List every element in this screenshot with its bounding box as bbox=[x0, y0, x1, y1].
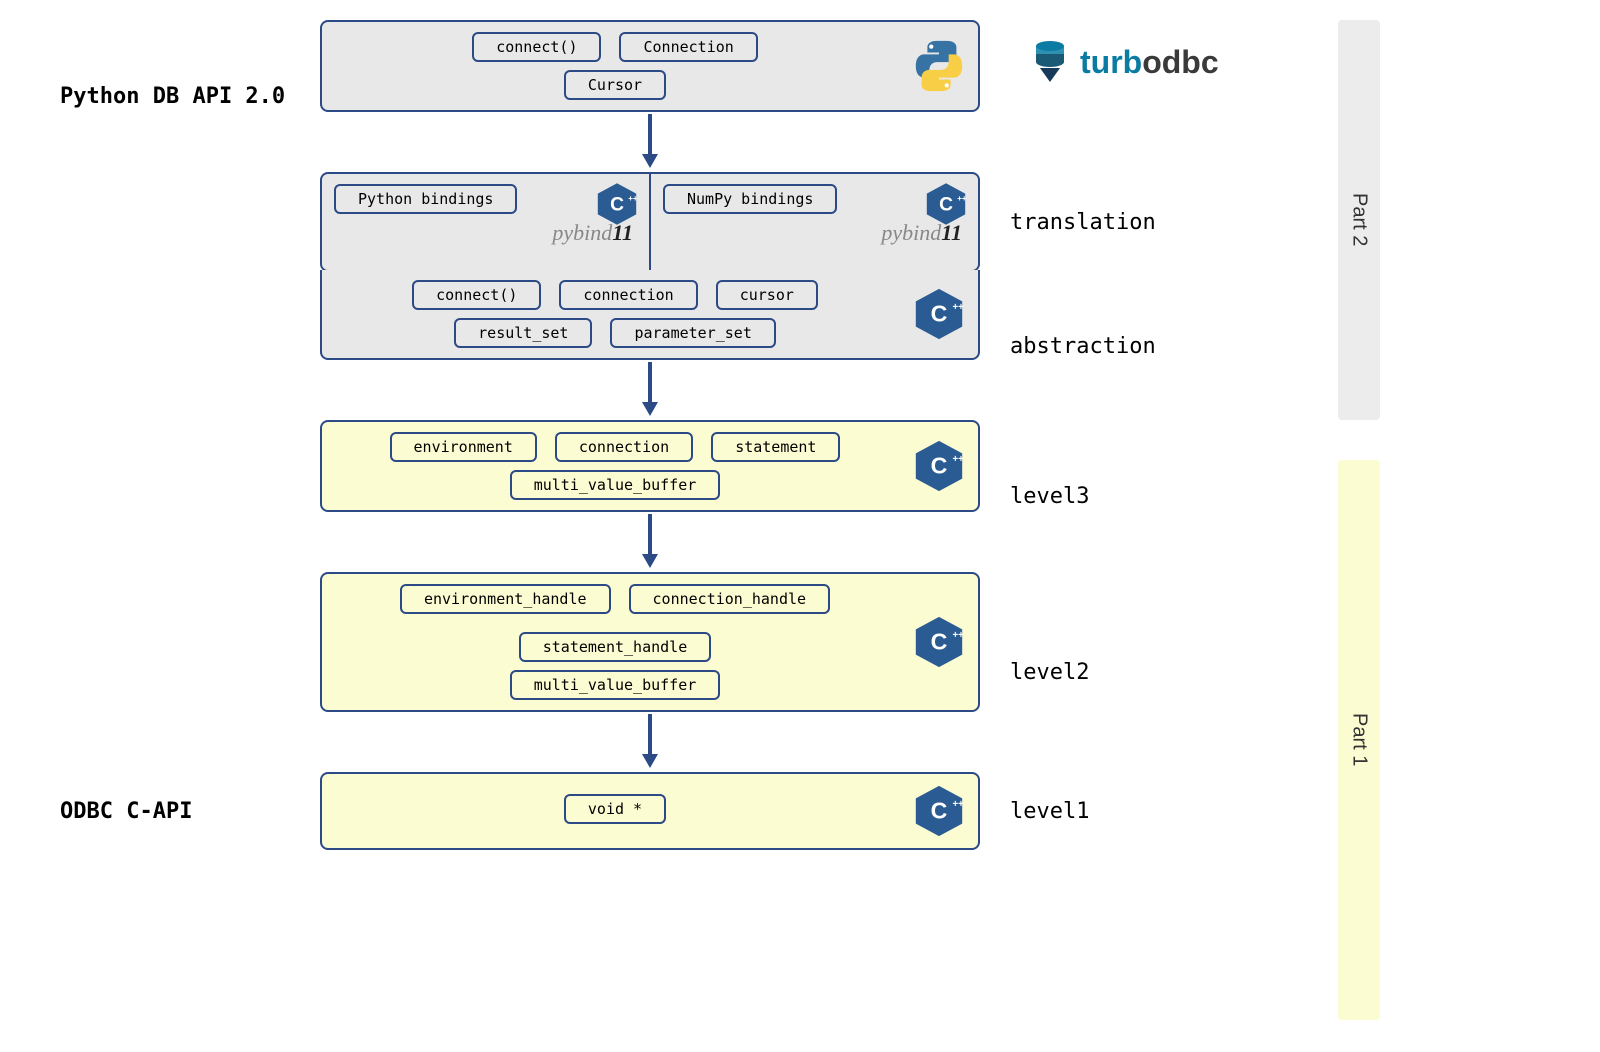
svg-text:C: C bbox=[931, 798, 948, 824]
arrow-3 bbox=[320, 512, 980, 572]
row-dbapi: Python DB API 2.0 connect() Connection C… bbox=[60, 20, 1390, 172]
row-level1: ODBC C-API void * C ++ level1 bbox=[60, 772, 1390, 850]
svg-text:C: C bbox=[610, 194, 624, 215]
cpp-icon: C ++ bbox=[910, 285, 968, 343]
svg-text:++: ++ bbox=[953, 630, 965, 641]
chip-cursor: cursor bbox=[716, 280, 818, 310]
label-level2: level2 bbox=[1010, 660, 1210, 685]
cpp-icon: C ++ bbox=[910, 782, 968, 840]
cpp-icon: C ++ bbox=[910, 613, 968, 671]
cpp-icon: C ++ bbox=[922, 180, 970, 228]
cpp-icon: C ++ bbox=[910, 437, 968, 495]
svg-text:C: C bbox=[931, 301, 948, 327]
chip-cursor-class: Cursor bbox=[564, 70, 666, 100]
chip-connection-class: Connection bbox=[619, 32, 757, 62]
chip-mvb-l2: multi_value_buffer bbox=[510, 670, 721, 700]
chip-mvb-l3: multi_value_buffer bbox=[510, 470, 721, 500]
svg-text:++: ++ bbox=[628, 194, 638, 203]
svg-text:C: C bbox=[939, 194, 953, 215]
chip-python-bindings: Python bindings bbox=[334, 184, 517, 214]
row-level2: environment_handle connection_handle sta… bbox=[60, 572, 1390, 772]
box-level2: environment_handle connection_handle sta… bbox=[320, 572, 980, 712]
label-python-dbapi: Python DB API 2.0 bbox=[60, 84, 290, 109]
label-level1: level1 bbox=[1010, 799, 1210, 824]
chip-connection-l3: connection bbox=[555, 432, 693, 462]
chip-parameter-set: parameter_set bbox=[610, 318, 775, 348]
chip-result-set: result_set bbox=[454, 318, 592, 348]
row-abstraction: connect() connection cursor result_set p… bbox=[60, 272, 1390, 420]
chip-stmt-handle: statement_handle bbox=[519, 632, 712, 662]
python-icon bbox=[910, 37, 968, 95]
label-level3: level3 bbox=[1010, 484, 1210, 509]
chip-numpy-bindings: NumPy bindings bbox=[663, 184, 837, 214]
svg-text:C: C bbox=[931, 453, 948, 479]
architecture-diagram: Python DB API 2.0 connect() Connection C… bbox=[60, 20, 1390, 850]
arrow-4 bbox=[320, 712, 980, 772]
arrow-2 bbox=[320, 360, 980, 420]
chip-env-handle: environment_handle bbox=[400, 584, 611, 614]
svg-text:C: C bbox=[931, 629, 948, 655]
cpp-icon: C ++ bbox=[593, 180, 641, 228]
box-abstraction: connect() connection cursor result_set p… bbox=[320, 270, 980, 360]
label-abstraction: abstraction bbox=[1010, 334, 1210, 359]
arrow-1 bbox=[320, 112, 980, 172]
row-translation: Python bindings C++ pybind11 NumPy bindi… bbox=[60, 172, 1390, 272]
svg-text:++: ++ bbox=[957, 194, 967, 203]
svg-text:++: ++ bbox=[953, 799, 965, 810]
chip-environment: environment bbox=[390, 432, 537, 462]
label-translation: translation bbox=[1010, 210, 1210, 235]
chip-statement: statement bbox=[711, 432, 840, 462]
box-translation: Python bindings C++ pybind11 NumPy bindi… bbox=[320, 172, 980, 272]
box-dbapi: connect() Connection Cursor bbox=[320, 20, 980, 112]
box-level3: environment connection statement multi_v… bbox=[320, 420, 980, 512]
cell-python-bindings: Python bindings C++ pybind11 bbox=[320, 172, 651, 272]
chip-connect: connect() bbox=[412, 280, 541, 310]
chip-conn-handle: connection_handle bbox=[629, 584, 831, 614]
chip-void-star: void * bbox=[564, 794, 666, 824]
cell-numpy-bindings: NumPy bindings C++ pybind11 bbox=[651, 172, 980, 272]
svg-text:++: ++ bbox=[953, 454, 965, 465]
chip-connect-fn: connect() bbox=[472, 32, 601, 62]
chip-connection: connection bbox=[559, 280, 697, 310]
box-level1: void * C ++ bbox=[320, 772, 980, 850]
label-odbc-capi: ODBC C-API bbox=[60, 799, 290, 824]
svg-text:++: ++ bbox=[953, 302, 965, 313]
row-level3: environment connection statement multi_v… bbox=[60, 420, 1390, 572]
